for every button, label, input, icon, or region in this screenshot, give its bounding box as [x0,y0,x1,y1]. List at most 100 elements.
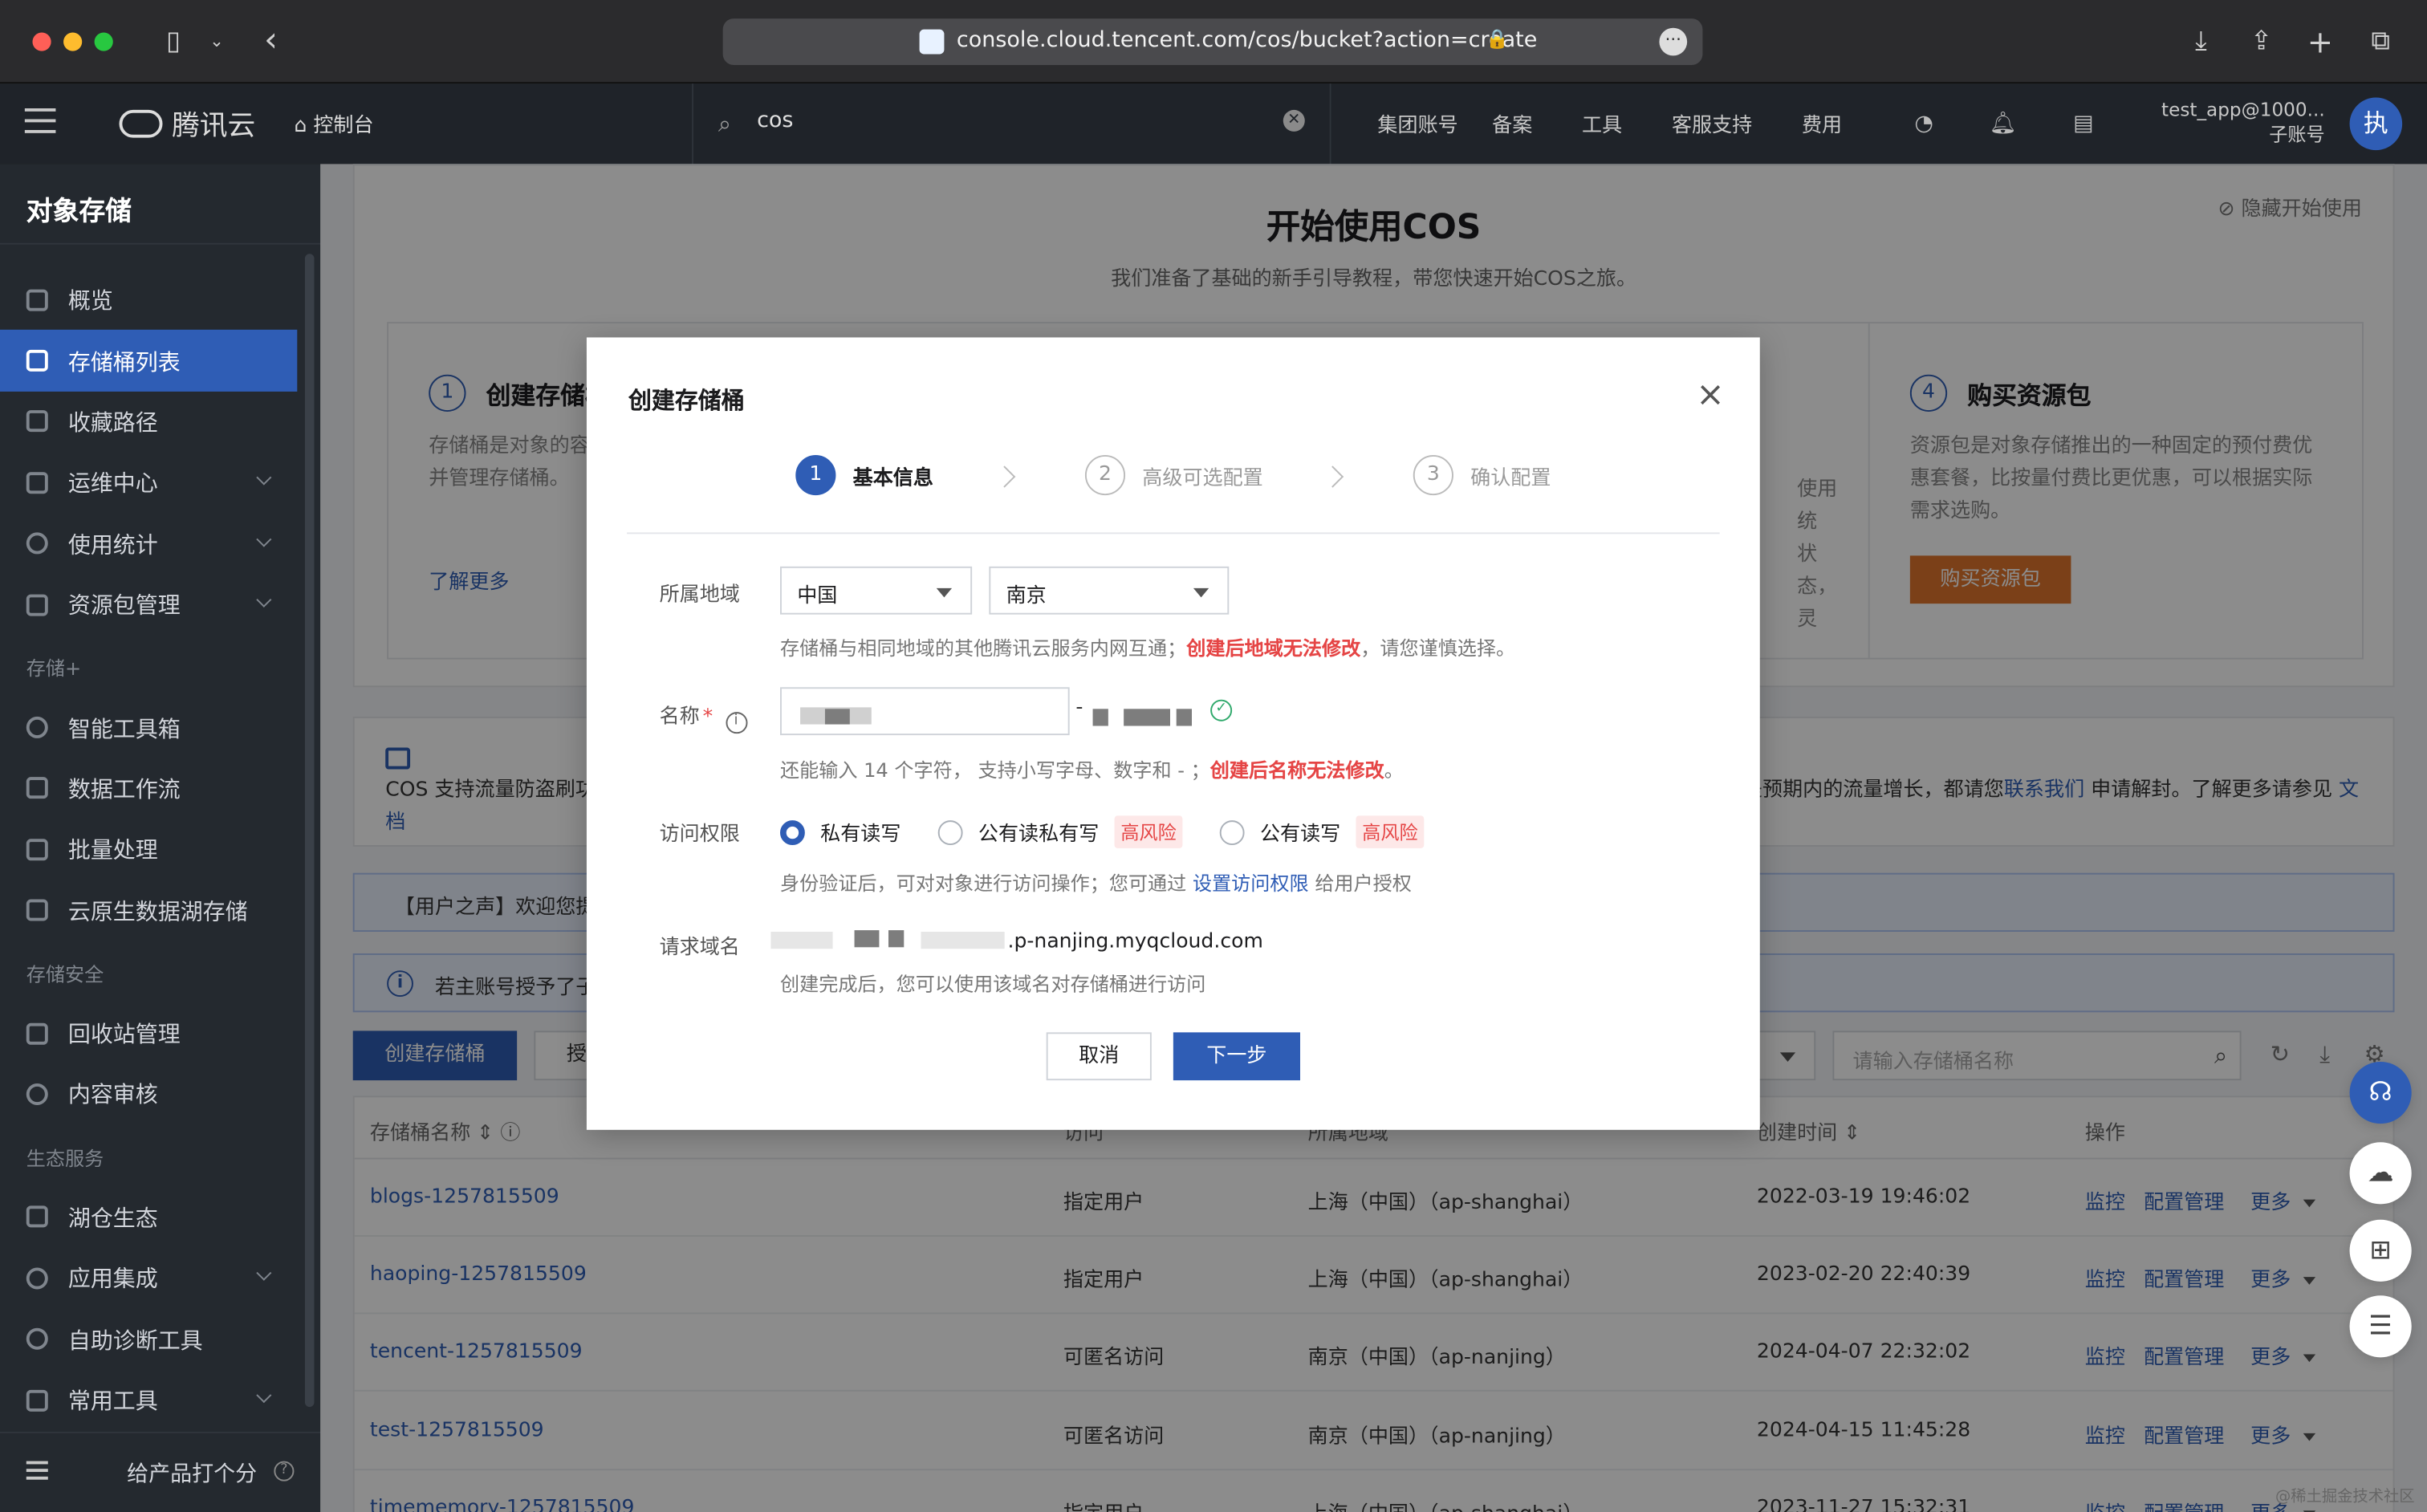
redacted-domain [888,930,905,948]
sidebar-scrollbar[interactable] [304,254,315,1408]
redacted-domain [854,930,880,948]
access-label: 访问权限 [659,823,740,847]
domain-hint: 创建完成后，您可以使用该域名对存储桶进行访问 [779,972,1206,996]
database-icon [26,899,48,921]
redacted-text [824,709,850,725]
chevron-down-icon [256,591,272,608]
global-search[interactable]: ⌕ cos ✕ [692,83,1331,165]
sidebar-item-label: 使用统计 [67,533,158,559]
radio[interactable] [937,819,963,845]
region-country-select[interactable]: 中国 [779,566,973,615]
sidebar-item-favorites[interactable]: 收藏路径 [0,392,297,453]
tabs-overview-icon[interactable]: ⧉ [2362,23,2399,60]
more-icon[interactable]: ··· [1659,27,1688,56]
menu-icon[interactable] [24,108,56,136]
sidebar-item-bucket-list[interactable]: 存储桶列表 [0,330,298,392]
sidebar-item-app-integration[interactable]: 应用集成 [0,1248,297,1309]
maximize-window-button[interactable] [94,32,113,51]
chevron-right-icon [1321,465,1344,488]
bucket-name-input[interactable] [779,687,1070,736]
lakehouse-icon [26,1206,48,1229]
nav-link-tools[interactable]: 工具 [1582,108,1622,138]
sidebar-item-resource-packs[interactable]: 资源包管理 [0,574,297,635]
sidebar-item-diagnosis[interactable]: 自助诊断工具 [0,1309,297,1370]
sidebar-item-ops-center[interactable]: 运维中心 [0,452,297,513]
bell-icon[interactable]: 🔔︎ [1989,110,2017,138]
collapse-menu-icon[interactable] [26,1461,48,1480]
sidebar-item-label: 湖仓生态 [67,1207,158,1232]
nav-link-filing[interactable]: 备案 [1492,108,1532,138]
sidebar-item-data-lake[interactable]: 云原生数据湖存储 [0,880,297,941]
dialog-title: 创建存储桶 [628,387,745,415]
access-public-rw-option[interactable]: 公有读写 高风险 [1219,815,1425,848]
high-risk-badge: 高风险 [1356,815,1425,848]
clear-icon[interactable]: ✕ [1283,109,1305,132]
check-circle-icon: ✓ [1210,699,1233,721]
minimize-window-button[interactable] [63,32,83,51]
new-tab-icon[interactable]: + [2302,23,2339,60]
top-nav: 腾讯云 ⌂ 控制台 ⌕ cos ✕ 集团账号 备案 工具 客服支持 费用 ◔ 🔔… [0,83,2427,165]
cancel-button[interactable]: 取消 [1046,1032,1152,1081]
console-link[interactable]: ⌂ 控制台 [294,108,373,138]
share-icon[interactable]: ⇪ [2242,23,2279,60]
redacted-domain [921,931,1005,949]
site-icon [919,29,945,55]
console-label: 控制台 [313,114,374,138]
access-public-read-option[interactable]: 公有读私有写 高风险 [937,815,1183,848]
sidebar-item-smart-toolbox[interactable]: 智能工具箱 [0,697,297,758]
nav-link-support[interactable]: 客服支持 [1672,108,1752,138]
region-hint-text: 存储桶与相同地域的其他腾讯云服务内网互通； [779,636,1187,660]
cloud-icon[interactable]: ☁ [2349,1142,2412,1205]
access-hint: 身份验证后，可对对象进行访问操作；您可通过 设置访问权限 给用户授权 [780,867,1412,896]
name-hint-tail: 。 [1384,758,1404,782]
sidebar-item-content-review[interactable]: 内容审核 [0,1064,297,1125]
name-hint: 还能输入 14 个字符， 支持小写字母、数字和 - ；创建后名称无法修改。 [780,754,1404,783]
next-step-button[interactable]: 下一步 [1173,1032,1300,1081]
book-icon[interactable]: ⊞ [2349,1219,2412,1282]
step-number: 1 [795,454,836,496]
back-icon[interactable]: ‹ [252,22,289,60]
logo[interactable]: 腾讯云 [119,105,255,142]
region-city-select[interactable]: 南京 [989,566,1230,615]
sidebar-item-label: 云原生数据湖存储 [67,900,248,925]
sidebar-item-usage-stats[interactable]: 使用统计 [0,513,297,574]
help-icon[interactable]: ? [274,1461,295,1482]
url-text: console.cloud.tencent.com/cos/bucket?act… [956,27,1538,53]
lock-icon: 🔒 [1486,27,1510,50]
wizard-step-confirm[interactable]: 3 确认配置 [1413,454,1551,496]
sidebar-item-common-tools[interactable]: 常用工具 [0,1370,297,1431]
close-icon[interactable]: × [1695,379,1726,413]
radio-checked[interactable] [779,819,805,845]
rate-product-link[interactable]: 给产品打个分 [127,1458,257,1490]
ticket-icon[interactable]: ▤ [2069,110,2097,138]
name-label: 名称 * i [660,700,747,734]
sidebar-item-recycle-bin[interactable]: 回收站管理 [0,1003,297,1064]
set-access-permission-link[interactable]: 设置访问权限 [1193,872,1309,895]
avatar[interactable]: 执 [2349,97,2403,151]
search-input[interactable]: cos [757,108,793,133]
account-type: 子账号 [2269,124,2325,146]
access-hint-text: 身份验证后，可对对象进行访问操作；您可通过 [779,871,1187,895]
list-icon[interactable]: ☰ [2349,1295,2412,1358]
sidebar-toggle-icon[interactable]: ▯ [155,23,192,60]
chevron-down-icon[interactable]: ⌄ [198,23,235,60]
sidebar-item-batch[interactable]: 批量处理 [0,819,297,880]
download-icon[interactable]: ⤓ [2182,23,2219,60]
nav-link-group-account[interactable]: 集团账号 [1377,108,1457,138]
account-info[interactable]: test_app@1000... 子账号 [2152,97,2325,147]
nav-link-billing[interactable]: 费用 [1802,108,1842,138]
sidebar: 对象存储 概览 存储桶列表 收藏路径 运维中心 使用统计 资源包管理 存储+ 智… [0,164,321,1512]
sidebar-item-data-workflow[interactable]: 数据工作流 [0,758,297,819]
wizard-step-basic[interactable]: 1 基本信息 [795,454,933,496]
wizard-step-advanced[interactable]: 2 高级可选配置 [1084,454,1263,496]
info-icon[interactable]: i [725,712,747,734]
sidebar-item-lakehouse[interactable]: 湖仓生态 [0,1187,297,1248]
headset-icon[interactable]: ☊ [2349,1061,2412,1124]
sidebar-item-overview[interactable]: 概览 [0,270,297,331]
high-risk-badge: 高风险 [1114,815,1183,848]
address-bar[interactable]: console.cloud.tencent.com/cos/bucket?act… [722,18,1703,65]
radio[interactable] [1219,819,1245,845]
close-window-button[interactable] [32,32,51,51]
cost-icon[interactable]: ◔ [1910,110,1938,138]
access-private-option[interactable]: 私有读写 [779,817,900,847]
